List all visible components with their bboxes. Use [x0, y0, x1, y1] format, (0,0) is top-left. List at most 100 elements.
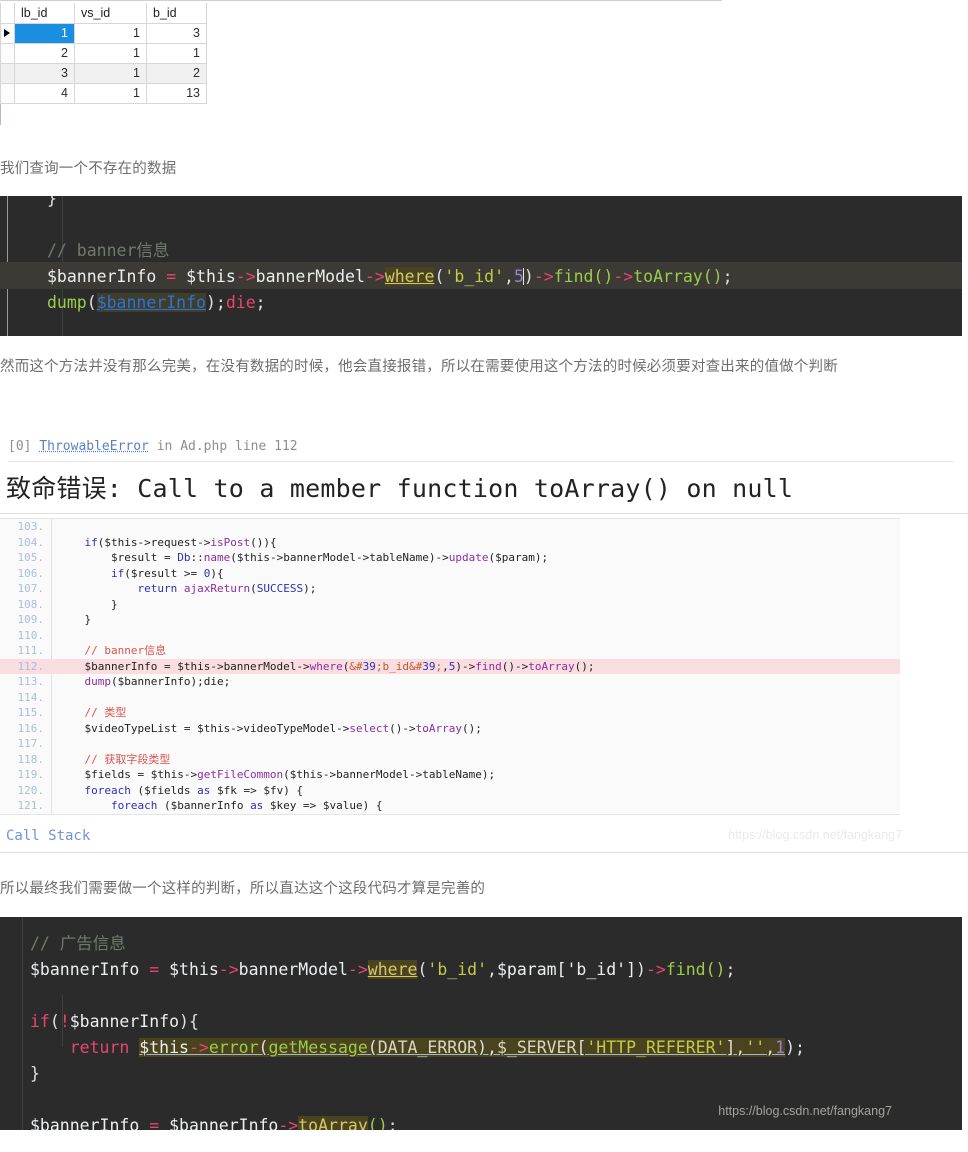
code-close-brace: }: [30, 1064, 40, 1083]
cell-lb-id[interactable]: 4: [14, 82, 75, 104]
cell-vs-id[interactable]: 1: [74, 62, 147, 84]
source-line-number: 121.: [17, 799, 45, 812]
source-line-number: 118.: [17, 752, 45, 766]
source-code-listing[interactable]: 103. 104. if($this->request->isPost()){10…: [0, 518, 900, 815]
source-line-number: 107.: [17, 582, 45, 595]
code-bannermodel: bannerModel: [255, 267, 365, 286]
code-var-bannerinfo-3: $bannerInfo: [30, 1116, 140, 1130]
code-fn-find: find: [553, 267, 594, 286]
grid-top-divider: [0, 0, 722, 1]
code-comment-banner: // banner信息: [47, 241, 170, 260]
paragraph-method-not-perfect: 然而这个方法并没有那么完美，在没有数据的时候，他会直接报错，所以在需要使用这个方…: [0, 359, 838, 375]
cell-lb-id[interactable]: 1: [14, 22, 75, 44]
code-where-highlighted[interactable]: where: [384, 267, 435, 286]
source-line-text: foreach ($bannerInfo as $key => $value) …: [110, 799, 383, 812]
error-type-link[interactable]: ThrowableError: [39, 439, 149, 454]
source-line-number: 120.: [17, 783, 45, 797]
code-arrow-3: ->: [533, 267, 554, 286]
code-toarray-highlighted[interactable]: toArray: [298, 1116, 368, 1130]
source-line: 113. dump($bannerInfo);die;: [0, 674, 900, 690]
code-where-highlighted[interactable]: where: [367, 960, 418, 979]
source-line-number: 114.: [17, 690, 45, 704]
source-line-text: foreach ($fields as $fk => $fv) {: [84, 783, 304, 797]
source-line-number: 109.: [17, 613, 45, 626]
code-content-top[interactable]: } // banner信息 $bannerInfo = $this->banne…: [47, 196, 733, 316]
db-result-grid[interactable]: lb_id vs_id b_id 1 1 3 2 1 1 3 1 2 4 1 1…: [0, 0, 968, 128]
cell-vs-id[interactable]: 1: [74, 42, 147, 64]
code-not-op: !: [59, 1012, 70, 1031]
table-row[interactable]: 1 1 3: [0, 22, 207, 44]
source-line: 115. // 类型: [0, 705, 900, 721]
source-line-text: if($this->request->isPost()){: [84, 535, 277, 549]
source-line-number: 115.: [17, 706, 45, 719]
column-header-vs-id[interactable]: vs_id: [74, 3, 147, 24]
code-this: $this: [186, 267, 236, 286]
table-row[interactable]: 4 1 13: [0, 82, 207, 104]
play-triangle-icon: [4, 29, 10, 37]
source-line-number: 117.: [17, 737, 45, 750]
code-fn-error: error: [208, 1038, 259, 1057]
column-header-lb-id[interactable]: lb_id: [14, 3, 75, 24]
table-row[interactable]: 2 1 1: [0, 42, 207, 64]
source-line-number: 112.: [17, 659, 45, 673]
column-header-b-id[interactable]: b_id: [146, 3, 207, 24]
table-row[interactable]: 3 1 2: [0, 62, 207, 84]
source-line: 112. $bannerInfo = $this->bannerModel->w…: [0, 658, 900, 674]
cell-b-id[interactable]: 1: [146, 42, 207, 64]
code-fn-toarray: toArray: [633, 267, 703, 286]
source-line: 120. foreach ($fields as $fk => $fv) {: [0, 783, 900, 799]
source-line-number: 110.: [17, 628, 45, 642]
code-kw-die: die: [225, 293, 256, 312]
code-editor-top[interactable]: } // banner信息 $bannerInfo = $this->banne…: [0, 196, 962, 336]
code-var-bannerinfo: $bannerInfo: [30, 960, 140, 979]
row-indicator-header: [0, 3, 15, 24]
code-var-bannerinfo: $bannerInfo: [47, 267, 157, 286]
cell-b-id[interactable]: 13: [146, 82, 207, 104]
source-line-text: $result = Db::name($this->bannerModel->t…: [58, 551, 549, 564]
source-line: 105. $result = Db::name($this->bannerMod…: [0, 550, 900, 566]
source-line: 116. $videoTypeList = $this->videoTypeMo…: [0, 721, 900, 737]
source-line-text: }: [58, 613, 92, 626]
source-line-number: 108.: [17, 597, 45, 611]
panel-watermark: https://blog.csdn.net/fangkang7: [728, 828, 902, 842]
error-message: 致命错误: Call to a member function toArray(…: [6, 474, 794, 503]
cell-lb-id[interactable]: 2: [14, 42, 75, 64]
source-line-number: 106.: [17, 566, 45, 580]
editor-left-border: [22, 917, 23, 1130]
cell-vs-id[interactable]: 1: [74, 82, 147, 104]
call-stack-label[interactable]: Call Stack: [6, 828, 90, 844]
result-table[interactable]: lb_id vs_id b_id 1 1 3 2 1 1 3 1 2 4 1 1…: [0, 3, 207, 104]
row-indicator: [0, 62, 15, 84]
source-line-number: 103.: [17, 520, 45, 533]
error-index: [0]: [8, 439, 32, 454]
source-line-text: if($result >= 0){: [110, 566, 224, 580]
code-this: $this: [169, 960, 219, 979]
cell-b-id[interactable]: 3: [146, 22, 207, 44]
source-line-text: $bannerInfo = $this->bannerModel->where(…: [58, 659, 595, 673]
paragraph-final-judgement: 所以最终我们需要做一个这样的判断，所以直达这个这段代码才算是完善的: [0, 881, 486, 897]
code-content-bottom[interactable]: // 广告信息 $bannerInfo = $this->bannerModel…: [30, 931, 805, 1130]
source-line-text: dump($bannerInfo);die;: [84, 675, 231, 688]
source-line-number: 104.: [17, 535, 45, 549]
brace-close: }: [47, 196, 57, 208]
cell-vs-id[interactable]: 1: [74, 22, 147, 44]
source-line: 114.: [0, 690, 900, 706]
error-header: [0] ThrowableError in Ad.php line 112: [8, 439, 298, 454]
code-editor-bottom[interactable]: // 广告信息 $bannerInfo = $this->bannerModel…: [0, 917, 962, 1130]
source-line: 121. foreach ($bannerInfo as $key => $va…: [0, 798, 900, 814]
source-line: 108. }: [0, 597, 900, 613]
editor-watermark: https://blog.csdn.net/fangkang7: [718, 1104, 892, 1118]
code-num-1: 1: [775, 1038, 786, 1057]
source-line: 118. // 获取字段类型: [0, 752, 900, 768]
row-indicator: [0, 82, 15, 104]
source-line: 103.: [0, 519, 900, 535]
cell-lb-id[interactable]: 3: [14, 62, 75, 84]
source-line-text: $videoTypeList = $this->videoTypeModel->…: [58, 721, 482, 735]
cell-b-id[interactable]: 2: [146, 62, 207, 84]
code-selected-var[interactable]: $bannerInfo: [96, 293, 206, 312]
source-line-text: }: [58, 597, 118, 611]
source-line-number: 111.: [17, 644, 45, 657]
code-arrow-2: ->: [364, 267, 385, 286]
error-divider-2: [0, 513, 968, 514]
code-num-5: 5: [513, 267, 524, 286]
